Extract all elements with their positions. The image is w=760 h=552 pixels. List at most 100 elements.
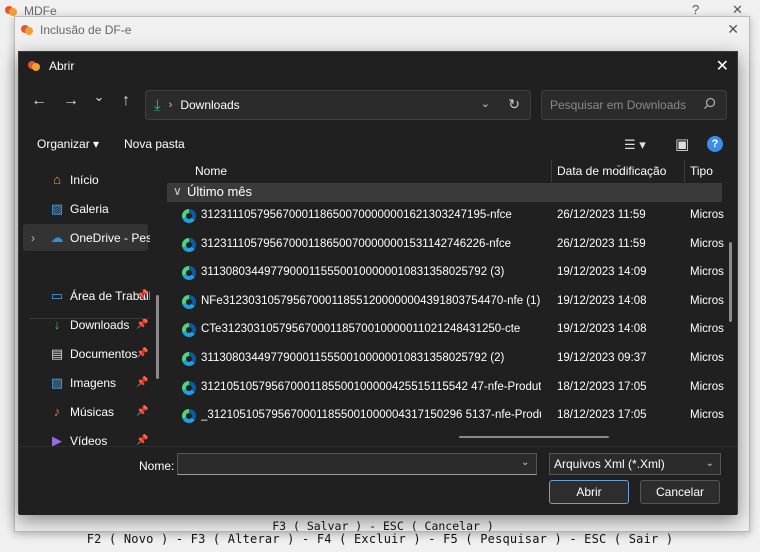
dialog-bottom-bar: Nome: ⌄ Arquivos Xml (*.Xml) ⌄ Abrir Can… bbox=[19, 446, 737, 515]
file-name-label: Nome: bbox=[139, 459, 175, 473]
file-row[interactable]: NFe3123031057956700011855120000000439180… bbox=[167, 288, 724, 316]
file-name-dropdown-icon[interactable]: ⌄ bbox=[521, 457, 529, 468]
file-type-dropdown-icon[interactable]: ⌄ bbox=[706, 458, 714, 469]
address-dropdown-icon[interactable]: ⌄ bbox=[481, 97, 490, 110]
file-name: CTe3123031057956700011857001000001102124… bbox=[201, 323, 521, 336]
inclusao-logo-icon bbox=[20, 23, 34, 37]
forward-icon[interactable]: → bbox=[60, 92, 82, 110]
navigation-pane: ⌂ Início ▨ Galeria › ☁ OneDrive - Pessoal ▭Área… bbox=[19, 160, 165, 446]
edge-file-icon bbox=[182, 294, 196, 309]
sidebar-item-label: Galeria bbox=[70, 201, 109, 216]
recent-locations-icon[interactable]: ⌄ bbox=[88, 89, 110, 105]
sidebar-item[interactable]: ▶ Vídeos 📌 bbox=[19, 427, 159, 447]
file-name-input[interactable] bbox=[177, 453, 537, 475]
file-type: Micros bbox=[690, 209, 724, 221]
open-button[interactable]: Abrir bbox=[549, 480, 629, 504]
sidebar-scrollbar[interactable] bbox=[156, 295, 159, 379]
view-options-icon[interactable]: ☰ ▾ bbox=[624, 137, 646, 153]
new-folder-button[interactable]: Nova pasta bbox=[124, 137, 185, 151]
navigation-bar: ← → ⌄ ↑ ⤓ › Downloads ⌄ ↻ bbox=[19, 86, 737, 124]
column-divider[interactable] bbox=[684, 160, 685, 182]
up-folder-icon[interactable]: ↑ bbox=[115, 92, 137, 110]
sidebar-item[interactable]: › ☁ OneDrive - Pessoal bbox=[23, 224, 150, 251]
help-icon[interactable]: ? bbox=[707, 136, 723, 152]
file-row[interactable]: _312105105795670001185500100000431715029… bbox=[167, 402, 724, 430]
address-bar[interactable]: ⤓ › Downloads ⌄ ↻ bbox=[145, 90, 531, 120]
organize-menu-button[interactable]: Organizar ▾ bbox=[37, 137, 99, 151]
path-separator: › bbox=[168, 99, 173, 111]
file-date-modified: 18/12/2023 17:05 bbox=[557, 380, 647, 393]
file-row[interactable]: 3121051057956700011855001000004255151155… bbox=[167, 374, 724, 402]
file-type: Micros bbox=[690, 352, 724, 364]
file-type: Micros bbox=[690, 380, 724, 393]
pin-icon: 📌 bbox=[136, 435, 149, 446]
file-date-modified: 19/12/2023 14:09 bbox=[557, 266, 647, 279]
file-row[interactable]: 3113080344977900011555001000000108313580… bbox=[167, 345, 724, 373]
file-type-filter-select[interactable]: Arquivos Xml (*.Xml) ⌄ bbox=[549, 453, 721, 475]
refresh-icon[interactable]: ↻ bbox=[508, 96, 520, 113]
column-header-row: Nome ⌄ Data de modificação Tipo bbox=[167, 160, 739, 183]
home-icon: ⌂ bbox=[53, 172, 61, 187]
file-row[interactable]: 3113080344977900011555001000000108313580… bbox=[167, 259, 724, 287]
inclusao-close-icon[interactable]: ✕ bbox=[727, 21, 739, 38]
pin-icon: 📌 bbox=[136, 290, 149, 301]
inclusao-shortcuts: F3 ( Salvar ) - ESC ( Cancelar ) bbox=[272, 519, 494, 533]
open-dialog-title: Abrir bbox=[49, 59, 75, 73]
group-label: Último mês bbox=[187, 184, 253, 199]
sidebar-item[interactable]: ↓ Downloads 📌 bbox=[19, 311, 159, 338]
file-row[interactable]: CTe3123031057956700011857001000001102124… bbox=[167, 316, 724, 344]
group-header-last-month[interactable]: ∨ Último mês bbox=[167, 183, 722, 202]
search-box[interactable] bbox=[541, 90, 727, 120]
file-name: NFe3123031057956700011855120000000439180… bbox=[201, 294, 541, 307]
file-type: Micros bbox=[690, 294, 724, 307]
file-name: 3113080344977900011555001000000108313580… bbox=[201, 352, 505, 364]
sidebar-item[interactable]: ▨ Imagens 📌 bbox=[19, 369, 159, 396]
file-list-vertical-scrollbar[interactable] bbox=[729, 242, 732, 322]
search-icon[interactable] bbox=[703, 97, 716, 113]
file-row[interactable]: 3123111057956700011865007000000015311427… bbox=[167, 231, 724, 259]
open-dialog-titlebar: Abrir bbox=[19, 52, 737, 80]
search-input[interactable] bbox=[542, 91, 692, 119]
back-icon[interactable]: ← bbox=[28, 92, 50, 110]
column-name[interactable]: Nome bbox=[195, 164, 227, 178]
column-type[interactable]: Tipo bbox=[690, 164, 713, 178]
desktop-icon: ▭ bbox=[50, 287, 64, 303]
open-dialog-close-icon[interactable]: ✕ bbox=[716, 56, 729, 76]
cancel-button[interactable]: Cancelar bbox=[640, 480, 720, 504]
pin-icon: 📌 bbox=[136, 348, 149, 359]
onedrive-icon: ☁ bbox=[50, 229, 64, 245]
expand-chevron-icon[interactable]: › bbox=[31, 231, 35, 245]
open-file-dialog: Abrir ✕ ← → ⌄ ↑ ⤓ › Downloads ⌄ ↻ Organi… bbox=[18, 51, 739, 515]
file-row[interactable]: 3123111057956700011865007000000016213032… bbox=[167, 202, 724, 230]
main-help-icon[interactable]: ? bbox=[692, 2, 699, 17]
file-type: Micros bbox=[690, 323, 724, 336]
file-type: Micros bbox=[690, 237, 724, 250]
file-type: Micros bbox=[690, 409, 724, 422]
preview-pane-icon[interactable]: ▣ bbox=[675, 135, 689, 153]
file-name: 3123111057956700011865007000000015311427… bbox=[201, 237, 511, 250]
pin-icon: 📌 bbox=[136, 319, 149, 330]
edge-file-icon bbox=[182, 409, 196, 424]
sidebar-item[interactable]: ▭Área de Trabalho📌 bbox=[19, 282, 159, 309]
sidebar-item[interactable]: ♪ Músicas 📌 bbox=[19, 398, 159, 425]
edge-file-icon bbox=[182, 266, 196, 281]
group-collapse-icon[interactable]: ∨ bbox=[173, 184, 182, 198]
column-date-modified[interactable]: Data de modificação bbox=[557, 164, 666, 178]
file-list: Nome ⌄ Data de modificação Tipo ∨ Último… bbox=[167, 160, 739, 446]
edge-file-icon bbox=[182, 209, 196, 223]
sidebar-item[interactable]: ▨ Galeria bbox=[19, 195, 159, 222]
dialog-logo-icon bbox=[27, 59, 41, 73]
videos-icon: ▶ bbox=[52, 432, 62, 447]
file-name: 3123111057956700011865007000000016213032… bbox=[201, 209, 512, 221]
inclusao-title: Inclusão de DF-e bbox=[40, 23, 132, 37]
file-name: 3121051057956700011855001000004255151155… bbox=[201, 380, 541, 393]
column-divider[interactable] bbox=[551, 160, 552, 182]
sidebar-item-label: Início bbox=[70, 172, 99, 187]
sidebar-item[interactable]: ▤ Documentos 📌 bbox=[19, 340, 159, 367]
pictures-icon: ▨ bbox=[50, 374, 64, 390]
inclusao-titlebar: Inclusão de DF-e bbox=[15, 17, 749, 43]
file-list-horizontal-scrollbar[interactable] bbox=[459, 436, 609, 438]
address-path[interactable]: Downloads bbox=[180, 98, 239, 112]
edge-file-icon bbox=[182, 237, 196, 252]
sidebar-item[interactable]: ⌂ Início bbox=[19, 166, 159, 193]
